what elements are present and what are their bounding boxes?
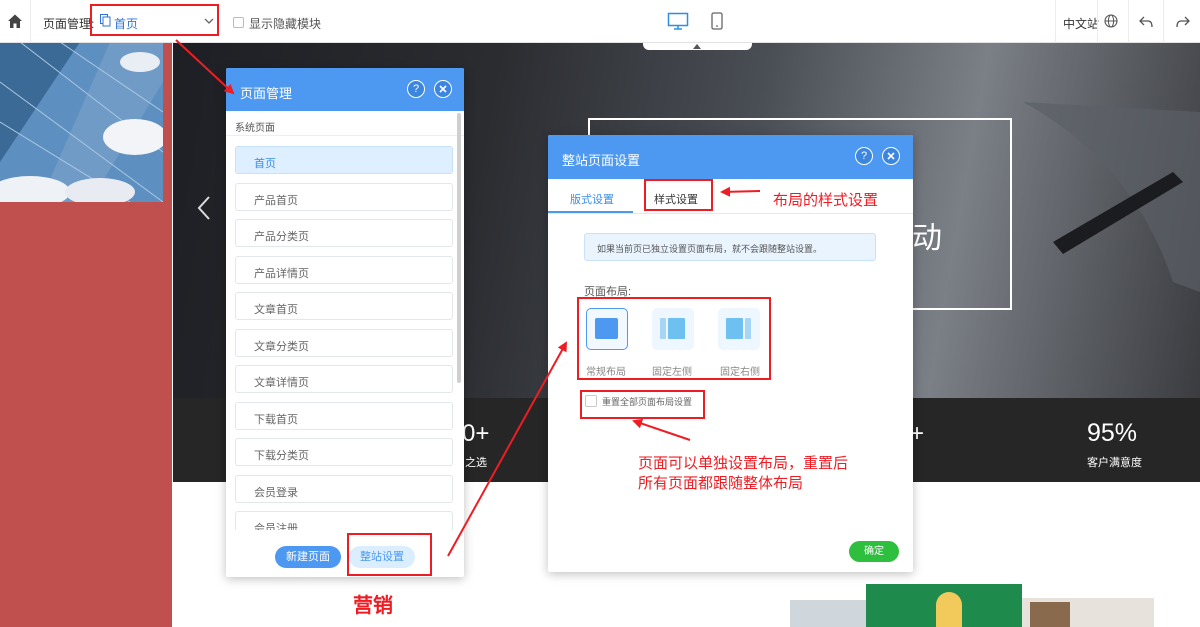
page-item-download-home[interactable]: 下载首页 <box>235 402 453 430</box>
show-hidden-checkbox[interactable] <box>233 17 244 28</box>
mobile-view-button[interactable] <box>710 12 724 36</box>
page-item-download-category[interactable]: 下载分类页 <box>235 438 453 466</box>
annotation-marketing: 营销 <box>353 595 393 617</box>
scrollbar[interactable] <box>457 113 461 383</box>
mobile-icon <box>711 12 723 30</box>
hero-title-fragment: 动 <box>912 222 942 255</box>
divider <box>226 135 464 136</box>
highlight-layout-options <box>577 297 771 380</box>
globe-button[interactable] <box>1104 14 1118 33</box>
language-selector[interactable]: 中文站 <box>1063 15 1099 32</box>
desktop-icon <box>667 12 689 30</box>
device-collapse-tab[interactable] <box>643 42 752 50</box>
help-button[interactable]: ? <box>855 147 873 165</box>
new-page-button[interactable]: 新建页面 <box>275 546 341 568</box>
caret-up-icon <box>693 44 701 49</box>
page-item-article-detail[interactable]: 文章详情页 <box>235 365 453 393</box>
page-item-article-category[interactable]: 文章分类页 <box>235 329 453 357</box>
stat-label: 客户满意度 <box>1087 457 1142 469</box>
undo-button[interactable] <box>1139 15 1153 33</box>
stat-label: 之选 <box>465 457 487 469</box>
banner-prev-arrow[interactable] <box>197 195 211 226</box>
stat-value: 95% <box>1087 419 1138 447</box>
toolbar-divider <box>1055 0 1056 42</box>
template-thumbnail <box>790 600 866 627</box>
notice-text: 如果当前页已独立设置页面布局，就不会跟随整站设置。 <box>597 244 823 254</box>
show-hidden-label: 显示隐藏模块 <box>249 17 322 31</box>
panel-header: 整站页面设置 ? <box>548 135 913 179</box>
question-icon: ? <box>412 83 420 95</box>
template-thumbnail <box>1022 598 1154 627</box>
close-icon <box>439 85 447 93</box>
toolbar-divider <box>1128 0 1129 42</box>
annotation-layout-note-1: 页面可以单独设置布局，重置后 <box>638 455 849 472</box>
desktop-view-button[interactable] <box>667 12 689 35</box>
section-label: 系统页面 <box>235 123 275 134</box>
page-manage-panel: 页面管理 ? 系统页面 首页 产品首页 产品分类页 产品详情页 文章首页 文章分… <box>226 68 464 577</box>
toolbar-divider <box>1163 0 1164 42</box>
page-item-article-home[interactable]: 文章首页 <box>235 292 453 320</box>
home-icon <box>8 14 22 28</box>
page-manage-label: 页面管理: <box>43 17 95 31</box>
annotation-layout-note-2: 所有页面都跟随整体布局 <box>638 475 804 492</box>
toolbar-divider <box>1097 0 1098 42</box>
question-icon: ? <box>860 150 868 162</box>
confirm-button[interactable]: 确定 <box>849 541 899 562</box>
highlight-reset-option <box>580 390 705 419</box>
divider <box>548 213 913 214</box>
notice-box: 如果当前页已独立设置页面布局，就不会跟随整站设置。 <box>584 233 876 261</box>
page-item-product-detail[interactable]: 产品详情页 <box>235 256 453 284</box>
redo-button[interactable] <box>1176 15 1190 33</box>
redo-icon <box>1176 16 1190 28</box>
page-item-member-login[interactable]: 会员登录 <box>235 475 453 503</box>
highlight-site-settings <box>347 533 432 576</box>
building-photo <box>0 42 163 202</box>
close-button[interactable] <box>882 147 900 165</box>
panel-title: 页面管理 <box>240 86 293 101</box>
chevron-left-icon <box>197 196 210 220</box>
close-button[interactable] <box>434 80 452 98</box>
globe-icon <box>1104 14 1118 28</box>
panel-header: 页面管理 ? <box>226 68 464 111</box>
undo-icon <box>1139 16 1153 28</box>
stat-value: 0+ <box>462 420 490 447</box>
panel-title: 整站页面设置 <box>562 153 641 168</box>
help-button[interactable]: ? <box>407 80 425 98</box>
page-item-product-category[interactable]: 产品分类页 <box>235 219 453 247</box>
tab-layout[interactable]: 版式设置 <box>570 191 614 207</box>
annotation-style-note: 布局的样式设置 <box>773 192 879 209</box>
page-item-home[interactable]: 首页 <box>235 146 453 174</box>
highlight-page-select <box>90 4 219 36</box>
template-thumbnail <box>866 584 1022 627</box>
highlight-style-tab <box>644 179 713 211</box>
home-button[interactable] <box>0 0 31 42</box>
close-icon <box>887 152 895 160</box>
page-item-product-home[interactable]: 产品首页 <box>235 183 453 211</box>
